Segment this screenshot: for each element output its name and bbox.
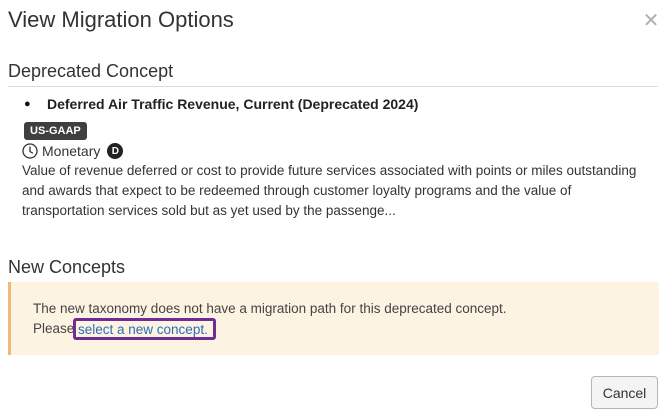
- concept-type-row: Monetary D: [22, 142, 124, 160]
- no-migration-alert: The new taxonomy does not have a migrati…: [8, 282, 659, 355]
- link-highlight: select a new concept.: [73, 318, 216, 340]
- bullet-icon: ●: [24, 98, 31, 110]
- dialog-title: View Migration Options: [8, 7, 234, 32]
- alert-prefix: Please: [33, 321, 75, 336]
- concept-description: Value of revenue deferred or cost to pro…: [22, 163, 637, 218]
- alert-message: The new taxonomy does not have a migrati…: [33, 301, 507, 316]
- new-concepts-heading: New Concepts: [8, 257, 126, 277]
- select-new-concept-link[interactable]: select a new concept.: [78, 322, 208, 337]
- debit-balance-icon: D: [107, 143, 124, 159]
- taxonomy-badge: US-GAAP: [24, 122, 87, 140]
- concept-type-label: Monetary: [42, 143, 101, 159]
- concept-name: Deferred Air Traffic Revenue, Current (D…: [47, 96, 419, 112]
- divider: [8, 86, 658, 87]
- deprecated-concept-heading: Deprecated Concept: [8, 61, 174, 81]
- cancel-button[interactable]: Cancel: [591, 376, 658, 409]
- clock-icon: [22, 143, 38, 159]
- close-icon[interactable]: ✕: [640, 9, 662, 32]
